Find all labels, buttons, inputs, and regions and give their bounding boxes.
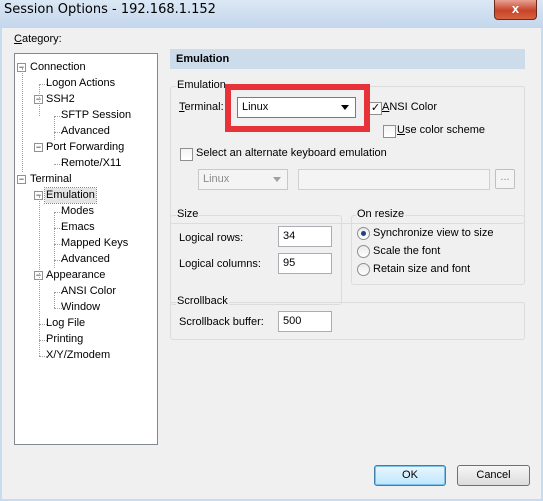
category-item-connection[interactable]: Connection [29,60,87,75]
alternate-keyboard-select[interactable]: Linux [198,169,288,190]
category-item-log-file[interactable]: Log File [45,316,86,331]
category-item-window[interactable]: Window [60,300,101,315]
category-item-sftp-session[interactable]: SFTP Session [60,108,132,123]
dialog-client: Category: − Connection Logon Actions − SSH2 S… [2,28,541,499]
category-item-terminal[interactable]: Terminal [29,172,73,187]
tree-guide-line [22,68,23,172]
resize-option-scale-label: Scale the font [373,245,441,257]
logical-rows-input[interactable]: 34 [278,226,332,247]
emulation-group-title: Emulation [176,79,227,91]
category-item-ssh2[interactable]: SSH2 [45,92,76,107]
category-item-port-forwarding[interactable]: Port Forwarding [45,140,125,155]
close-icon: x [511,1,520,16]
use-color-scheme-label: Use color scheme [397,124,486,136]
resize-option-sync-radio[interactable] [357,227,370,240]
collapse-port-forwarding-icon[interactable]: − [34,143,43,152]
category-label: Category: [14,33,62,45]
scrollback-group-title: Scrollback [176,295,229,307]
use-color-scheme-checkbox[interactable] [383,125,396,138]
logical-columns-label: Logical columns: [179,258,261,270]
radio-dot-icon [361,231,366,236]
ansi-color-checkbox[interactable]: ✓ [369,102,382,115]
scrollback-buffer-label: Scrollback buffer: [179,316,264,328]
category-item-advanced-emulation[interactable]: Advanced [60,252,111,267]
chevron-down-icon [273,177,281,182]
resize-option-scale-radio[interactable] [357,245,370,258]
category-item-xyzmodem[interactable]: X/Y/Zmodem [45,348,111,363]
tree-guide-line [54,212,55,268]
size-group-title: Size [176,208,200,220]
category-item-appearance[interactable]: Appearance [45,268,106,283]
tree-guide-line [39,196,40,356]
tree-guide-line [54,292,55,308]
resize-option-sync-label: Synchronize view to size [373,227,494,239]
resize-option-retain-label: Retain size and font [373,263,471,275]
browse-button[interactable]: ... [495,169,515,189]
cancel-button[interactable]: Cancel [457,465,530,486]
close-button[interactable]: x [494,0,537,20]
tree-guide-line [39,84,40,116]
resize-option-retain-radio[interactable] [357,263,370,276]
alternate-keyboard-checkbox[interactable] [180,148,193,161]
logical-rows-label: Logical rows: [179,232,244,244]
logical-columns-input[interactable]: 95 [278,253,332,274]
highlight-box [225,84,370,132]
collapse-terminal-icon[interactable]: − [17,175,26,184]
on-resize-group-title: On resize [356,208,406,220]
alternate-keyboard-select-value: Linux [203,173,230,185]
ansi-color-label: ANSI Color [382,101,438,113]
category-item-advanced-ssh2[interactable]: Advanced [60,124,111,139]
window-title: Session Options - 192.168.1.152 [4,2,216,17]
category-item-emacs[interactable]: Emacs [60,220,96,235]
terminal-label: Terminal: [179,101,224,113]
title-bar: Session Options - 192.168.1.152 x [0,0,543,28]
category-item-modes[interactable]: Modes [60,204,95,219]
tree-guide-line [54,116,55,140]
category-item-emulation[interactable]: Emulation [44,187,97,204]
scrollback-buffer-input[interactable]: 500 [278,311,332,332]
category-tree[interactable]: − Connection Logon Actions − SSH2 SFTP Sessio… [14,53,158,445]
ok-button[interactable]: OK [374,465,446,486]
panel-header: Emulation [170,49,525,69]
category-item-ansi-color[interactable]: ANSI Color [60,284,117,299]
alternate-keyboard-label: Select an alternate keyboard emulation [196,147,387,159]
category-item-logon-actions[interactable]: Logon Actions [45,76,116,91]
category-item-printing[interactable]: Printing [45,332,84,347]
category-item-remote-x11[interactable]: Remote/X11 [60,156,122,171]
alternate-keyboard-path-input[interactable] [298,169,490,190]
category-item-mapped-keys[interactable]: Mapped Keys [60,236,129,251]
check-icon: ✓ [370,102,381,114]
